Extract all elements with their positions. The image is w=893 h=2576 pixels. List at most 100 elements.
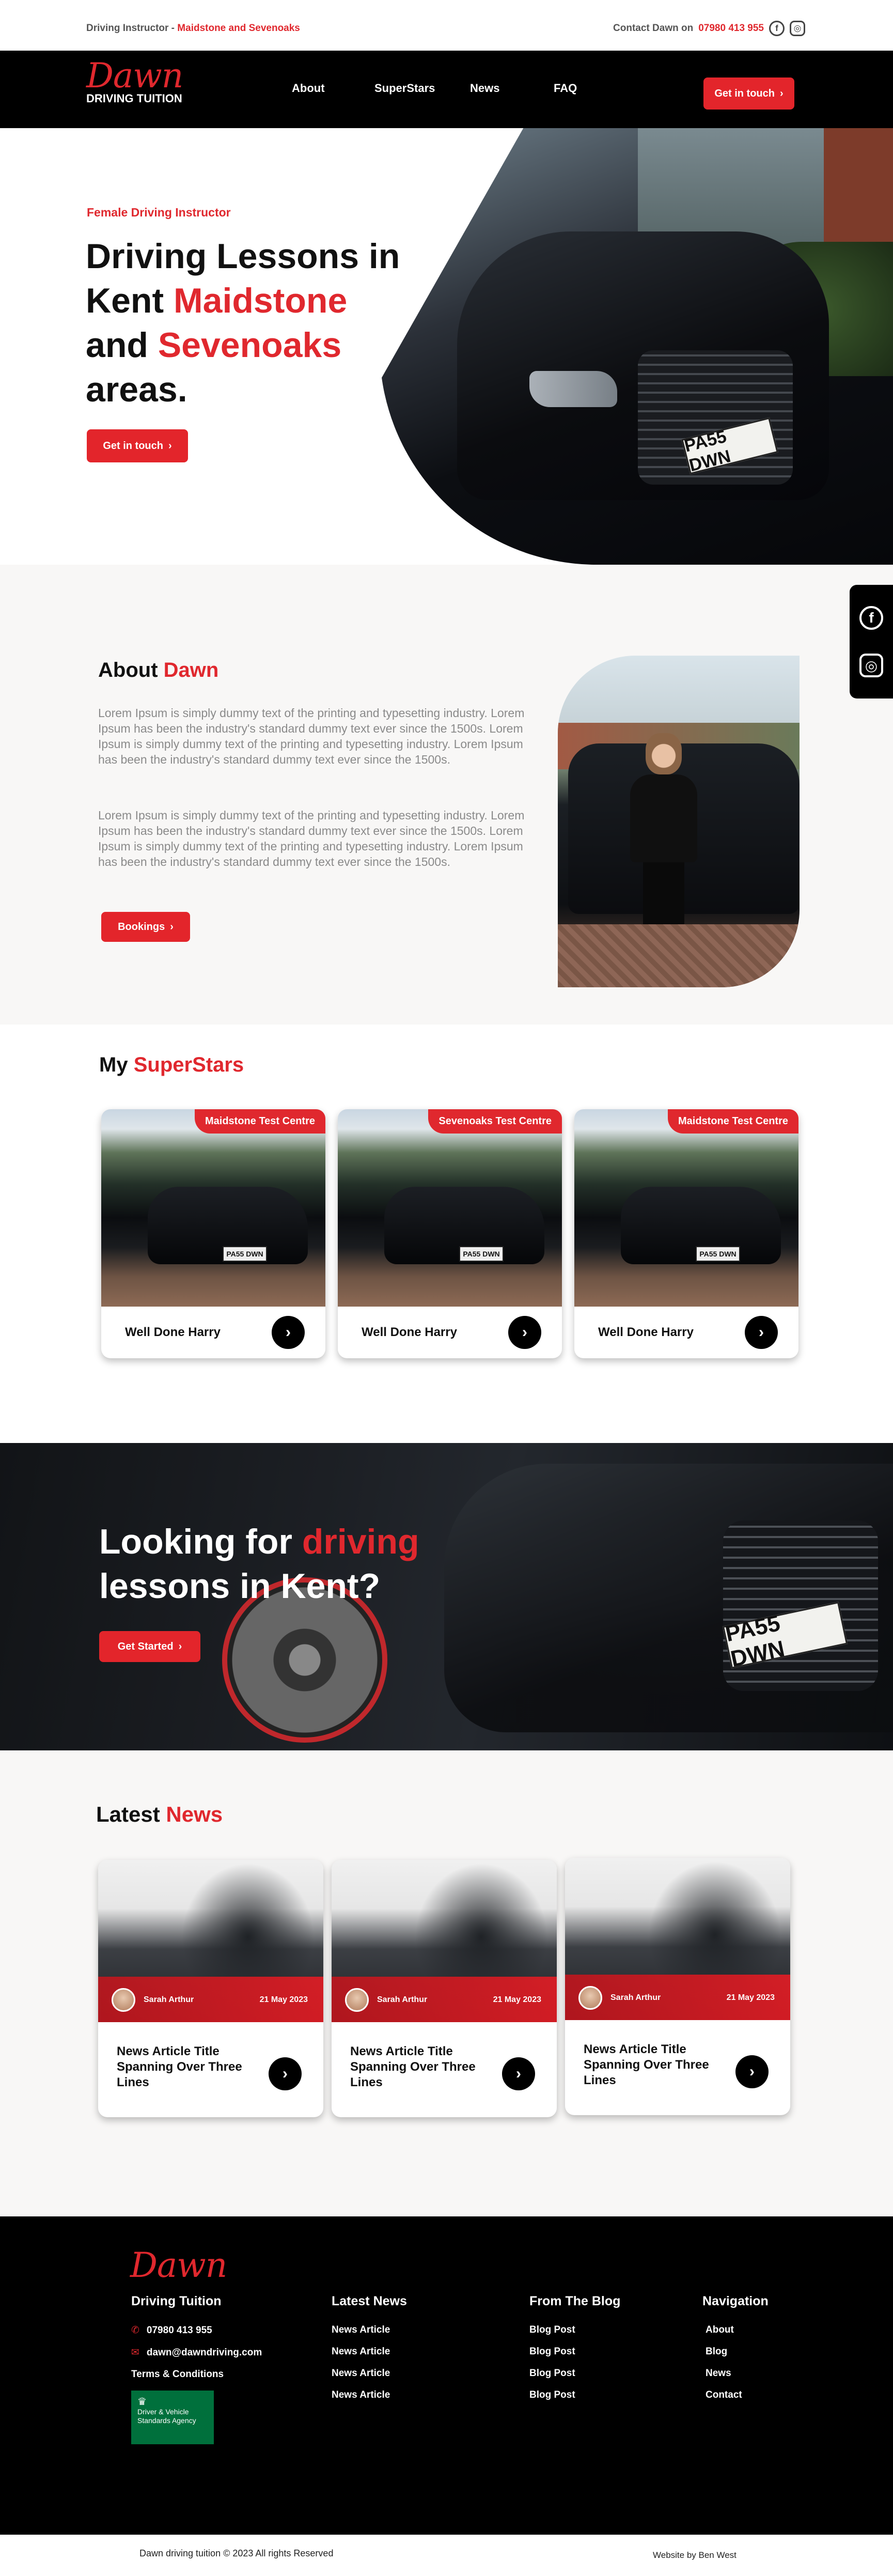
instructor-photo xyxy=(558,656,800,987)
cta-banner: PA55 DWN Looking for driving lessons in … xyxy=(0,1443,893,1750)
chevron-right-icon[interactable]: › xyxy=(735,2055,769,2088)
footer-blog-link[interactable]: Blog Post xyxy=(529,2324,620,2336)
hero-title-maidstone: Maidstone xyxy=(174,281,348,320)
footer-logo[interactable]: Dawn xyxy=(130,2247,227,2284)
news-article-title[interactable]: News Article Title Spanning Over Three L… xyxy=(117,2044,272,2090)
chevron-right-icon[interactable]: › xyxy=(745,1316,778,1349)
chevron-right-icon[interactable]: › xyxy=(272,1316,305,1349)
about-section: About Dawn Lorem Ipsum is simply dummy t… xyxy=(0,565,893,1025)
hero-section: PA55 DWN Female Driving Instructor Drivi… xyxy=(0,128,893,565)
footer-nav-link-news[interactable]: News xyxy=(706,2368,769,2379)
footer-news-link[interactable]: News Article xyxy=(332,2346,407,2357)
news-article-title[interactable]: News Article Title Spanning Over Three L… xyxy=(584,2042,739,2088)
bookings-button[interactable]: Bookings › xyxy=(101,912,190,942)
nav-link-faq[interactable]: FAQ xyxy=(554,82,577,95)
chevron-right-icon[interactable]: › xyxy=(269,2057,302,2090)
footer-terms: Terms & Conditions xyxy=(131,2369,224,2380)
test-centre-tag: Sevenoaks Test Centre xyxy=(428,1109,562,1134)
superstar-name: Well Done Harry xyxy=(362,1325,457,1339)
news-card[interactable]: Sarah Arthur 21 May 2023 News Article Ti… xyxy=(98,1860,323,2117)
contact-prefix: Contact Dawn on xyxy=(613,23,694,34)
facebook-icon[interactable]: f xyxy=(859,606,883,630)
author-avatar xyxy=(112,1988,135,2012)
superstars-section: My SuperStars PA55 DWN Maidstone Test Ce… xyxy=(0,1025,893,1443)
get-in-touch-button[interactable]: Get in touch › xyxy=(703,77,794,110)
hero-title-and: and xyxy=(86,325,148,365)
news-card[interactable]: Sarah Arthur 21 May 2023 News Article Ti… xyxy=(332,1860,557,2117)
news-article-title[interactable]: News Article Title Spanning Over Three L… xyxy=(350,2044,505,2090)
license-plate: PA55 DWN xyxy=(696,1246,740,1262)
get-started-button[interactable]: Get Started › xyxy=(99,1631,200,1662)
chevron-right-icon[interactable]: › xyxy=(502,2057,535,2090)
news-title-highlight: News xyxy=(166,1802,223,1826)
nav-link-superstars[interactable]: SuperStars xyxy=(374,82,435,95)
instagram-icon[interactable]: ◎ xyxy=(859,654,883,677)
side-social-bar: f ◎ xyxy=(850,585,893,699)
cta-title-prefix: Looking for xyxy=(99,1522,292,1561)
contact-phone-link[interactable]: 07980 413 955 xyxy=(698,23,764,34)
dvsa-badge-text: Driver & Vehicle Standards Agency xyxy=(137,2408,196,2425)
bookings-label: Bookings xyxy=(118,921,165,933)
superstar-photo: PA55 DWN xyxy=(574,1109,798,1307)
footer-news-link[interactable]: News Article xyxy=(332,2368,407,2379)
news-author: Sarah Arthur xyxy=(377,1995,428,2004)
dvsa-crest-icon: ♛ xyxy=(137,2396,147,2408)
news-date: 21 May 2023 xyxy=(259,1995,308,2004)
superstar-card[interactable]: PA55 DWN Maidstone Test Centre Well Done… xyxy=(101,1109,325,1358)
footer-col-title: Latest News xyxy=(332,2294,407,2308)
superstar-name: Well Done Harry xyxy=(125,1325,221,1339)
footer-col-tuition: Driving Tuition ✆ 07980 413 955 ✉ dawn@d… xyxy=(131,2294,262,2444)
about-title-name: Dawn xyxy=(163,659,219,681)
superstar-name: Well Done Harry xyxy=(598,1325,694,1339)
news-section: Latest News Sarah Arthur 21 May 2023 New… xyxy=(0,1750,893,2216)
news-date: 21 May 2023 xyxy=(493,1995,541,2004)
bottom-bar: Dawn driving tuition © 2023 All rights R… xyxy=(0,2535,893,2576)
cta-title: Looking for driving lessons in Kent? xyxy=(99,1519,512,1608)
chevron-right-icon: › xyxy=(178,1640,182,1652)
site-logo[interactable]: Dawn DRIVING TUITION xyxy=(86,58,183,105)
footer-news-link[interactable]: News Article xyxy=(332,2324,407,2336)
superstar-card[interactable]: PA55 DWN Maidstone Test Centre Well Done… xyxy=(574,1109,798,1358)
superstar-card[interactable]: PA55 DWN Sevenoaks Test Centre Well Done… xyxy=(338,1109,562,1358)
facebook-icon[interactable]: f xyxy=(769,21,785,36)
hero-subtitle: Female Driving Instructor xyxy=(87,206,231,219)
footer-nav-link-about[interactable]: About xyxy=(706,2324,769,2336)
email-icon: ✉ xyxy=(131,2347,139,2358)
cta-title-line2: lessons in Kent? xyxy=(99,1566,381,1606)
hero-get-in-touch-button[interactable]: Get in touch › xyxy=(87,429,188,462)
author-avatar xyxy=(578,1986,602,2010)
hero-car-image: PA55 DWN xyxy=(380,128,893,565)
site-footer: Dawn Driving Tuition ✆ 07980 413 955 ✉ d… xyxy=(0,2216,893,2535)
nav-link-news[interactable]: News xyxy=(470,82,499,95)
person-torso xyxy=(630,774,697,862)
nav-link-about[interactable]: About xyxy=(292,82,325,95)
website-credit-link[interactable]: Website by Ben West xyxy=(653,2550,737,2561)
hero-title: Driving Lessons in Kent Maidstone and Se… xyxy=(86,234,447,412)
footer-email: dawn@dawndriving.com xyxy=(146,2347,262,2358)
footer-blog-link[interactable]: Blog Post xyxy=(529,2368,620,2379)
footer-phone-link[interactable]: ✆ 07980 413 955 xyxy=(131,2324,262,2336)
test-centre-tag: Maidstone Test Centre xyxy=(668,1109,798,1134)
footer-blog-link[interactable]: Blog Post xyxy=(529,2389,620,2401)
chevron-right-icon[interactable]: › xyxy=(508,1316,541,1349)
footer-col-title: Driving Tuition xyxy=(131,2294,222,2308)
logo-subtitle: DRIVING TUITION xyxy=(86,92,182,105)
news-title-prefix: Latest xyxy=(96,1802,160,1826)
superstar-photo: PA55 DWN xyxy=(338,1109,562,1307)
footer-nav-link-contact[interactable]: Contact xyxy=(706,2389,769,2401)
footer-col-blog: From The Blog Blog Post Blog Post Blog P… xyxy=(529,2294,620,2411)
footer-nav-link-blog[interactable]: Blog xyxy=(706,2346,769,2357)
license-plate: PA55 DWN xyxy=(223,1246,267,1262)
footer-news-link[interactable]: News Article xyxy=(332,2389,407,2401)
about-title-prefix: About xyxy=(98,659,158,681)
footer-terms-link[interactable]: Terms & Conditions xyxy=(131,2369,262,2380)
instagram-icon[interactable]: ◎ xyxy=(790,21,805,36)
hero-title-sevenoaks: Sevenoaks xyxy=(158,325,342,365)
footer-email-link[interactable]: ✉ dawn@dawndriving.com xyxy=(131,2347,262,2358)
main-nav: Dawn DRIVING TUITION About SuperStars Ne… xyxy=(0,51,893,128)
phone-icon: ✆ xyxy=(131,2325,139,2336)
footer-blog-link[interactable]: Blog Post xyxy=(529,2346,620,2357)
news-card[interactable]: Sarah Arthur 21 May 2023 News Article Ti… xyxy=(565,1858,790,2115)
get-in-touch-label: Get in touch xyxy=(714,87,775,99)
superstars-title-highlight: SuperStars xyxy=(133,1053,244,1076)
